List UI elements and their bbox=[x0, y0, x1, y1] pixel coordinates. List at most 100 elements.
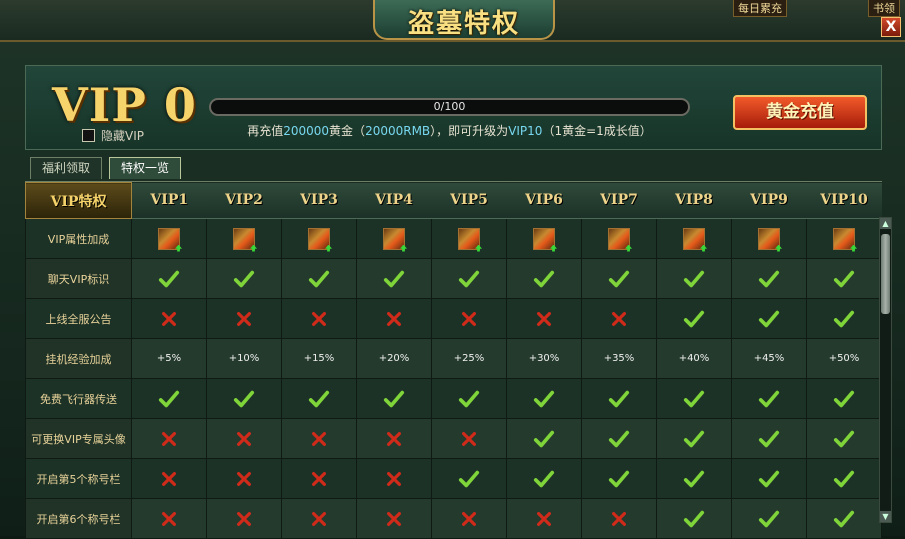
check-icon bbox=[158, 270, 180, 287]
cross-icon bbox=[312, 311, 326, 326]
title-plate: 盗墓特权 bbox=[373, 0, 555, 40]
table-cell bbox=[131, 218, 207, 259]
cross-icon bbox=[162, 471, 176, 486]
check-icon bbox=[233, 270, 255, 287]
table-cell bbox=[206, 218, 282, 259]
table-cell bbox=[431, 418, 507, 459]
attribute-bonus-icon[interactable] bbox=[683, 227, 705, 250]
table-cell bbox=[731, 298, 807, 339]
tab-welfare[interactable]: 福利领取 bbox=[30, 157, 102, 179]
attribute-bonus-icon[interactable] bbox=[758, 227, 780, 250]
check-icon bbox=[608, 270, 630, 287]
cross-icon bbox=[387, 311, 401, 326]
cross-icon bbox=[537, 511, 551, 526]
upgrade-gold-amount: 200000 bbox=[283, 124, 330, 138]
table-cell: +20% bbox=[356, 338, 432, 379]
check-icon bbox=[533, 470, 555, 487]
table-cell: +45% bbox=[731, 338, 807, 379]
row-label: 挂机经验加成 bbox=[25, 338, 132, 379]
row-label: 聊天VIP标识 bbox=[25, 258, 132, 299]
table-cell: +30% bbox=[506, 338, 582, 379]
check-icon bbox=[833, 430, 855, 447]
cross-icon bbox=[312, 471, 326, 486]
upgrade-suffix: （1黄金=1成长值） bbox=[542, 124, 652, 138]
table-cell bbox=[581, 218, 657, 259]
upgrade-rmb: 20000RMB bbox=[365, 124, 431, 138]
attribute-bonus-icon[interactable] bbox=[383, 227, 405, 250]
table-cell bbox=[506, 458, 582, 499]
table-row: 上线全服公告 bbox=[25, 298, 882, 339]
table-cell bbox=[356, 458, 432, 499]
row-label: 上线全服公告 bbox=[25, 298, 132, 339]
header-vip3: VIP3 bbox=[281, 182, 357, 219]
check-icon bbox=[683, 430, 705, 447]
table-cell: +25% bbox=[431, 338, 507, 379]
attribute-bonus-icon[interactable] bbox=[533, 227, 555, 250]
table-cell bbox=[356, 258, 432, 299]
table-cell bbox=[131, 418, 207, 459]
table-cell bbox=[281, 418, 357, 459]
table-cell bbox=[431, 378, 507, 419]
cross-icon bbox=[312, 431, 326, 446]
cross-icon bbox=[612, 311, 626, 326]
table-cell bbox=[131, 458, 207, 499]
attribute-bonus-icon[interactable] bbox=[458, 227, 480, 250]
table-cell bbox=[581, 378, 657, 419]
gold-recharge-button[interactable]: 黄金充值 bbox=[733, 95, 867, 130]
scroll-down-icon[interactable]: ▼ bbox=[880, 511, 891, 522]
check-icon bbox=[683, 310, 705, 327]
corner-reward-tag[interactable]: 书领 bbox=[868, 0, 900, 17]
header-vip2: VIP2 bbox=[206, 182, 282, 219]
table-cell bbox=[656, 498, 732, 539]
tab-privilege-overview[interactable]: 特权一览 bbox=[109, 157, 181, 179]
attribute-bonus-icon[interactable] bbox=[308, 227, 330, 250]
check-icon bbox=[383, 270, 405, 287]
hide-vip-option[interactable]: 隐藏VIP bbox=[82, 127, 144, 144]
close-button[interactable]: X bbox=[881, 17, 901, 37]
table-header-row: VIP特权 VIP1 VIP2 VIP3 VIP4 VIP5 VIP6 VIP7 VIP8 VIP… bbox=[25, 182, 882, 219]
check-icon bbox=[608, 430, 630, 447]
daily-recharge-tag[interactable]: 每日累充 bbox=[733, 0, 787, 17]
check-icon bbox=[833, 270, 855, 287]
check-icon bbox=[458, 270, 480, 287]
cross-icon bbox=[162, 311, 176, 326]
table-cell bbox=[206, 298, 282, 339]
upgrade-prefix: 再充值 bbox=[247, 124, 284, 138]
table-scrollbar[interactable]: ▲ ▼ bbox=[879, 217, 892, 523]
cross-icon bbox=[387, 511, 401, 526]
row-label: 开启第5个称号栏 bbox=[25, 458, 132, 499]
check-icon bbox=[758, 510, 780, 527]
check-icon bbox=[533, 430, 555, 447]
cross-icon bbox=[237, 311, 251, 326]
table-row: VIP属性加成 bbox=[25, 218, 882, 259]
table-cell bbox=[581, 298, 657, 339]
upgrade-gold-word: 黄金（ bbox=[329, 124, 366, 138]
cross-icon bbox=[162, 511, 176, 526]
attribute-bonus-icon[interactable] bbox=[158, 227, 180, 250]
check-icon bbox=[833, 510, 855, 527]
table-cell: +10% bbox=[206, 338, 282, 379]
hide-vip-checkbox[interactable] bbox=[82, 129, 95, 142]
vip-progress-bar: 0/100 bbox=[209, 98, 690, 116]
header-vip4: VIP4 bbox=[356, 182, 432, 219]
check-icon bbox=[833, 470, 855, 487]
table-cell bbox=[356, 498, 432, 539]
table-cell bbox=[806, 218, 882, 259]
check-icon bbox=[683, 390, 705, 407]
scroll-up-icon[interactable]: ▲ bbox=[880, 218, 891, 229]
table-cell bbox=[131, 258, 207, 299]
attribute-bonus-icon[interactable] bbox=[833, 227, 855, 250]
table-cell bbox=[806, 498, 882, 539]
table-cell bbox=[131, 298, 207, 339]
table-cell bbox=[806, 458, 882, 499]
cross-icon bbox=[462, 311, 476, 326]
table-cell bbox=[656, 218, 732, 259]
attribute-bonus-icon[interactable] bbox=[608, 227, 630, 250]
check-icon bbox=[683, 510, 705, 527]
check-icon bbox=[308, 270, 330, 287]
table-cell bbox=[281, 218, 357, 259]
table-row: 挂机经验加成 +5% +10% +15% +20% +25% +30% +35% +40% +45… bbox=[25, 338, 882, 379]
attribute-bonus-icon[interactable] bbox=[233, 227, 255, 250]
scroll-thumb[interactable] bbox=[881, 234, 890, 314]
table-cell bbox=[656, 458, 732, 499]
